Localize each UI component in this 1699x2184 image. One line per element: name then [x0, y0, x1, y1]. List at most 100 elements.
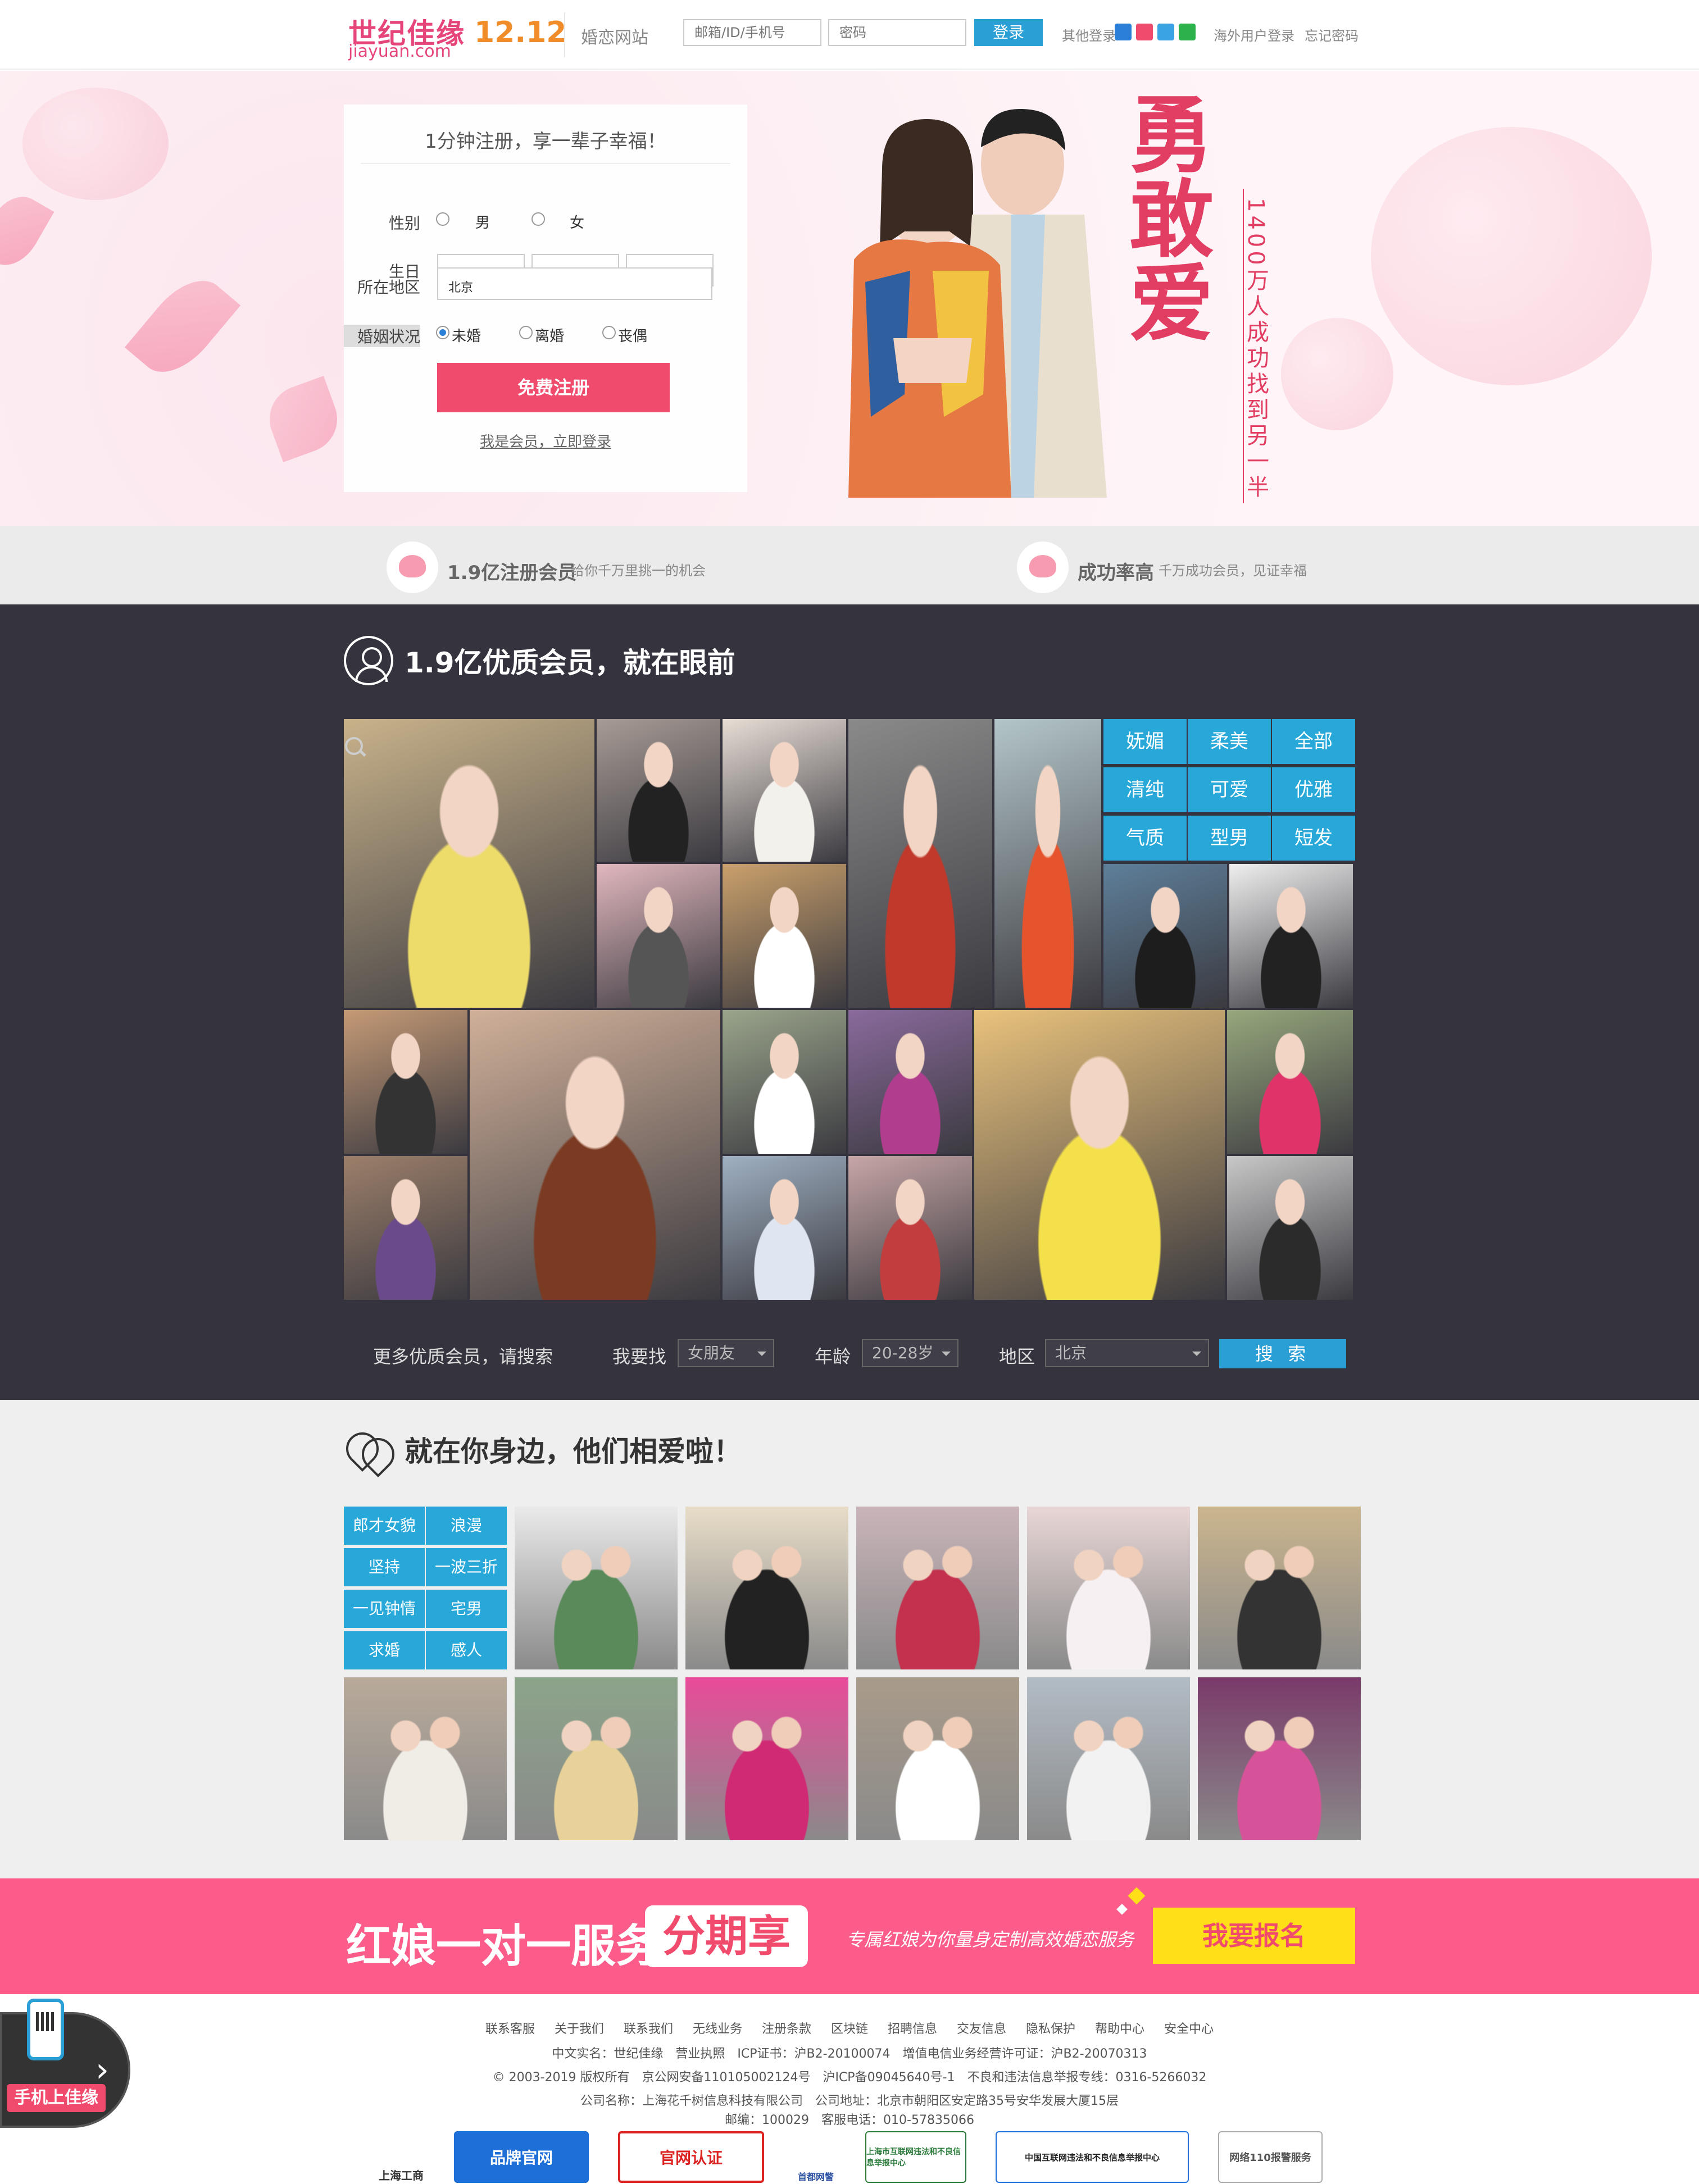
- tag-button[interactable]: 优雅: [1272, 767, 1355, 812]
- story-tag[interactable]: 求婚: [344, 1631, 425, 1669]
- footer-link[interactable]: 安全中心: [1164, 2022, 1214, 2036]
- tag-button[interactable]: 可爱: [1188, 767, 1271, 812]
- member-photo[interactable]: [723, 864, 846, 1008]
- free-register-button[interactable]: 免费注册: [437, 363, 670, 412]
- age-select[interactable]: 20-28岁: [862, 1339, 958, 1367]
- signup-button[interactable]: 我要报名: [1153, 1908, 1355, 1964]
- couple-photo[interactable]: [1027, 1507, 1190, 1669]
- couple-photo[interactable]: [515, 1677, 678, 1840]
- brand-site-badge[interactable]: 品牌官网: [454, 2131, 589, 2183]
- password-input[interactable]: [828, 19, 966, 46]
- mobile-app-label[interactable]: 手机上佳缘: [7, 2084, 106, 2112]
- qq-login-icon[interactable]: [1115, 24, 1132, 40]
- member-photo[interactable]: [1103, 864, 1227, 1008]
- location-select[interactable]: 北京: [437, 267, 712, 300]
- member-photo[interactable]: [848, 1156, 972, 1300]
- couple-photo[interactable]: [685, 1677, 848, 1840]
- marital-unmarried-radio[interactable]: [436, 326, 449, 339]
- story-tag[interactable]: 一见钟情: [344, 1590, 425, 1628]
- footer-link[interactable]: 联系我们: [624, 2022, 673, 2036]
- member-photo[interactable]: [1229, 864, 1353, 1008]
- members-icon: [387, 542, 438, 593]
- member-photo[interactable]: [597, 864, 720, 1008]
- tag-button[interactable]: 短发: [1272, 816, 1355, 861]
- member-photo[interactable]: [974, 1010, 1225, 1300]
- couple-photo[interactable]: [856, 1507, 1019, 1669]
- overseas-login-link[interactable]: 海外用户登录: [1214, 25, 1294, 44]
- region-select[interactable]: 北京: [1045, 1339, 1209, 1367]
- story-tag[interactable]: 一波三折: [426, 1548, 507, 1586]
- search-button[interactable]: 搜 索: [1219, 1339, 1346, 1368]
- china-report-center-badge[interactable]: 中国互联网违法和不良信息举报中心: [996, 2131, 1189, 2183]
- member-photo[interactable]: [344, 1156, 467, 1300]
- heart-icon: [1116, 1904, 1128, 1915]
- story-tag[interactable]: 浪漫: [426, 1507, 507, 1545]
- couple-photo[interactable]: [685, 1507, 848, 1669]
- official-cert-badge[interactable]: 官网认证: [618, 2131, 764, 2183]
- wechat-login-icon[interactable]: [1179, 24, 1196, 40]
- marital-divorced-text: 离婚: [535, 328, 565, 345]
- tag-button[interactable]: 气质: [1103, 816, 1187, 861]
- gender-male-radio[interactable]: [436, 212, 449, 226]
- member-photo[interactable]: [723, 1156, 846, 1300]
- registration-title: 1分钟注册，享一辈子幸福！: [425, 130, 666, 153]
- member-photo[interactable]: [597, 719, 720, 862]
- sh-report-center-badge[interactable]: 上海市互联网违法和不良信息举报中心: [865, 2131, 966, 2183]
- gender-female-radio[interactable]: [531, 212, 545, 226]
- footer-link[interactable]: 交友信息: [957, 2022, 1006, 2036]
- baidu-login-icon[interactable]: [1157, 24, 1174, 40]
- footer-link[interactable]: 区块链: [831, 2022, 868, 2036]
- footer-link[interactable]: 关于我们: [555, 2022, 604, 2036]
- member-photo[interactable]: [344, 1010, 467, 1154]
- member-photo[interactable]: [470, 1010, 720, 1300]
- footer-link[interactable]: 招聘信息: [888, 2022, 937, 2036]
- footer-company: 公司名称：上海花千树信息科技有限公司 公司地址：北京市朝阳区安定路35号安华发展…: [580, 2094, 1119, 2108]
- tag-button[interactable]: 妩媚: [1103, 719, 1187, 764]
- story-tag[interactable]: 感人: [426, 1631, 507, 1669]
- member-login-link[interactable]: 我是会员，立即登录: [344, 430, 747, 451]
- police110-badge[interactable]: 网络110报警服务: [1218, 2131, 1323, 2183]
- member-photo[interactable]: [848, 1010, 972, 1154]
- member-photo[interactable]: [1227, 1156, 1353, 1300]
- story-tag[interactable]: 宅男: [426, 1590, 507, 1628]
- member-photo[interactable]: [994, 719, 1101, 1008]
- member-photo[interactable]: [848, 719, 992, 1008]
- couple-photo[interactable]: [1198, 1677, 1361, 1840]
- footer-link[interactable]: 帮助中心: [1095, 2022, 1144, 2036]
- couple-photo[interactable]: [344, 1677, 507, 1840]
- footer-license: 中文实名：世纪佳缘 营业执照 ICP证书：沪B2-20100074 增值电信业务…: [552, 2047, 1147, 2061]
- weibo-login-icon[interactable]: [1136, 24, 1153, 40]
- marital-divorced-radio[interactable]: [519, 326, 533, 339]
- couple-photo[interactable]: [515, 1507, 678, 1669]
- tag-button[interactable]: 清纯: [1103, 767, 1187, 812]
- matchmaker-banner[interactable]: 红娘一对一服务 分期享 专属红娘为你量身定制高效婚恋服务 我要报名: [0, 1878, 1699, 1994]
- success-caption: 千万成功会员，见证幸福: [1159, 563, 1307, 579]
- member-photo[interactable]: [723, 1010, 846, 1154]
- couple-photo[interactable]: [856, 1677, 1019, 1840]
- tag-button[interactable]: 型男: [1188, 816, 1271, 861]
- shanghai-aic-badge[interactable]: 上海工商: [373, 2131, 429, 2183]
- footer-link[interactable]: 无线业务: [693, 2022, 742, 2036]
- login-button[interactable]: 登录: [974, 19, 1043, 46]
- couple-photo[interactable]: [1198, 1507, 1361, 1669]
- footer-link[interactable]: 隐私保护: [1026, 2022, 1075, 2036]
- story-tag[interactable]: 坚持: [344, 1548, 425, 1586]
- tag-button[interactable]: 柔美: [1188, 719, 1271, 764]
- footer-link[interactable]: 联系客服: [485, 2022, 535, 2036]
- account-input[interactable]: [683, 19, 821, 46]
- phone-qr-icon: [27, 1999, 64, 2060]
- couple-photo[interactable]: [1027, 1677, 1190, 1840]
- police-badge[interactable]: 首都网警: [789, 2131, 843, 2183]
- member-photo[interactable]: [344, 719, 594, 1008]
- member-photo[interactable]: [1227, 1010, 1353, 1154]
- tag-button[interactable]: 全部: [1272, 719, 1355, 764]
- members-caption: 给你千万里挑一的机会: [571, 563, 706, 579]
- member-photo[interactable]: [723, 719, 846, 862]
- age-label: 年龄: [815, 1346, 851, 1367]
- story-tag[interactable]: 郎才女貌: [344, 1507, 425, 1545]
- marital-widowed-radio[interactable]: [602, 326, 616, 339]
- looking-for-select[interactable]: 女朋友: [678, 1339, 774, 1367]
- footer-link[interactable]: 注册条款: [762, 2022, 811, 2036]
- forgot-password-link[interactable]: 忘记密码: [1305, 25, 1359, 44]
- logo[interactable]: 世纪佳缘 jiayuan.com 12.12: [348, 11, 566, 61]
